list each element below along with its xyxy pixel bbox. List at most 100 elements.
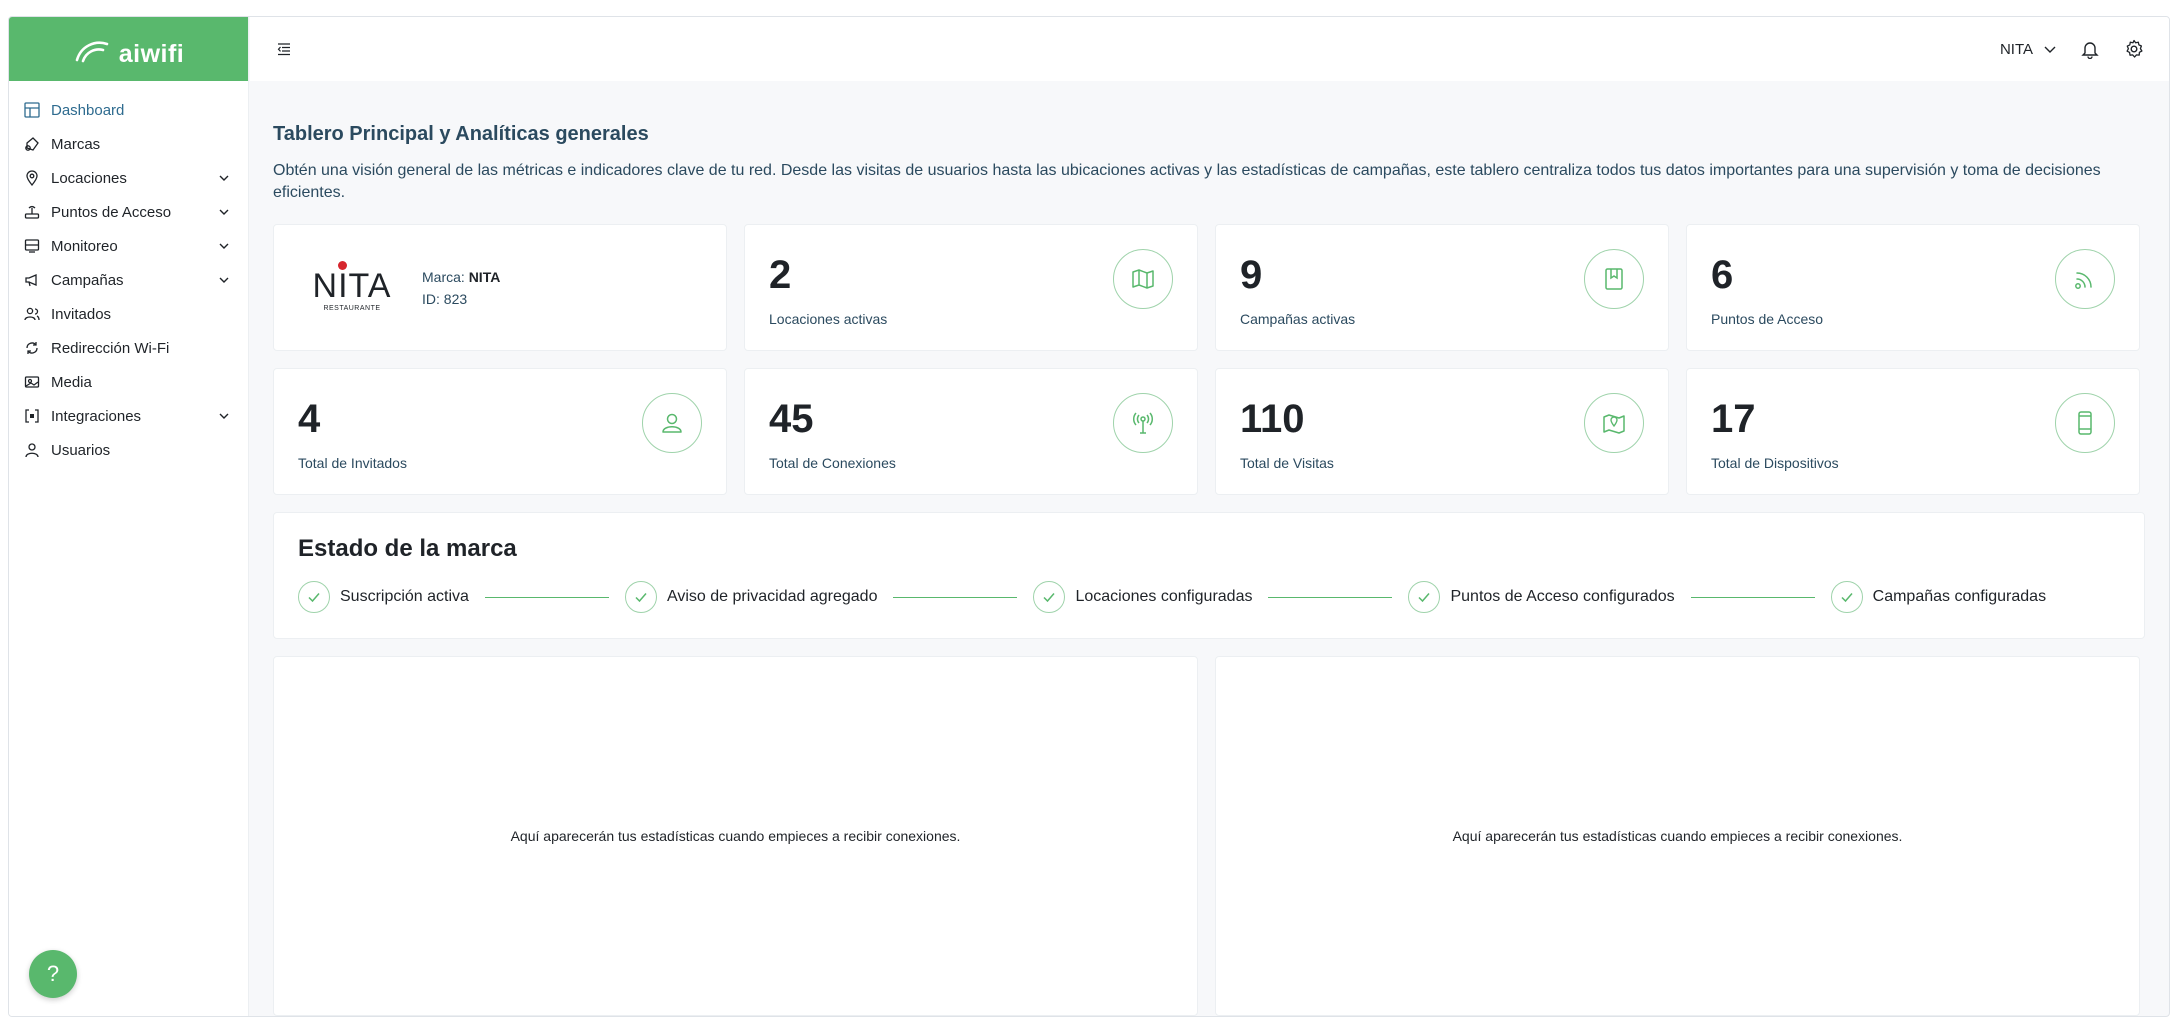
status-step: Puntos de Acceso configurados	[1408, 581, 1675, 613]
chart-panel-right: Aquí aparecerán tus estadísticas cuando …	[1215, 656, 2140, 1016]
router-icon	[23, 203, 41, 221]
check-icon	[624, 581, 657, 613]
status-connector	[1690, 596, 1815, 598]
stat-label: Campañas activas	[1240, 311, 1356, 327]
antenna-icon	[1113, 393, 1173, 453]
sidebar-item-redireccion-wifi[interactable]: Redirección Wi-Fi	[9, 331, 248, 365]
check-icon	[1033, 581, 1066, 613]
redirect-icon	[23, 339, 41, 357]
stat-label: Total de Visitas	[1240, 455, 1334, 471]
sidebar-item-monitoreo[interactable]: Monitoreo	[9, 229, 248, 263]
stat-card-locaciones-activas: 2 Locaciones activas	[744, 224, 1198, 351]
brand-status-card: Estado de la marca Suscripción activa Av…	[273, 512, 2145, 639]
sidebar: aiwifi Dashboard Marcas Locaciones Punto…	[9, 17, 249, 1016]
sidebar-item-puntos-de-acceso[interactable]: Puntos de Acceso	[9, 195, 248, 229]
gear-icon[interactable]	[2123, 38, 2145, 60]
bookmark-book-icon	[1584, 249, 1644, 309]
stat-card-campanas-activas: 9 Campañas activas	[1215, 224, 1669, 351]
chevron-down-icon[interactable]	[218, 240, 230, 252]
page-description: Obtén una visión general de las métricas…	[273, 162, 2101, 201]
status-connector	[1268, 596, 1393, 598]
logo[interactable]: aiwifi	[9, 17, 248, 81]
sidebar-item-locaciones[interactable]: Locaciones	[9, 161, 248, 195]
check-icon	[1830, 581, 1863, 613]
chart-empty-message: Aquí aparecerán tus estadísticas cuando …	[510, 828, 961, 844]
media-icon	[23, 373, 41, 391]
stat-label: Total de Conexiones	[769, 455, 896, 471]
location-pin-icon	[23, 169, 41, 187]
stat-card-puntos-de-acceso: 6 Puntos de Acceso	[1686, 224, 2140, 351]
topbar: NITA	[250, 17, 2169, 81]
sidebar-item-label: Invitados	[51, 305, 112, 323]
sidebar-item-label: Marcas	[51, 135, 101, 153]
sidebar-item-label: Redirección Wi-Fi	[51, 339, 170, 357]
sidebar-item-dashboard[interactable]: Dashboard	[9, 93, 248, 127]
status-step: Locaciones configuradas	[1033, 581, 1252, 613]
integrations-icon	[23, 407, 41, 425]
stat-label: Total de Invitados	[298, 455, 407, 471]
brand-logo-dot	[338, 260, 347, 270]
status-step-label: Suscripción activa	[340, 588, 469, 605]
chevron-down-icon[interactable]	[218, 172, 230, 184]
sidebar-nav: Dashboard Marcas Locaciones Puntos de Ac…	[9, 81, 248, 467]
sidebar-item-label: Locaciones	[51, 169, 127, 187]
sidebar-item-label: Usuarios	[51, 441, 111, 459]
sidebar-item-media[interactable]: Media	[9, 365, 248, 399]
sidebar-item-label: Media	[51, 373, 92, 391]
chevron-down-icon	[2044, 46, 2056, 53]
chart-empty-message: Aquí aparecerán tus estadísticas cuando …	[1452, 828, 1903, 844]
brand-logo-subtitle: RESTAURANTE	[323, 305, 381, 312]
status-step: Campañas configuradas	[1830, 581, 2046, 613]
wifi-logo-icon	[75, 41, 109, 63]
bell-icon[interactable]	[2079, 38, 2101, 60]
monitor-icon	[23, 237, 41, 255]
charts-row: Aquí aparecerán tus estadísticas cuando …	[273, 656, 2145, 1016]
brand-logo: NITA RESTAURANTE	[312, 258, 392, 318]
sidebar-item-invitados[interactable]: Invitados	[9, 297, 248, 331]
map-pin-icon	[1584, 393, 1644, 453]
stat-card-total-invitados: 4 Total de Invitados	[273, 368, 727, 495]
stat-label: Total de Dispositivos	[1711, 455, 1839, 471]
sidebar-item-usuarios[interactable]: Usuarios	[9, 433, 248, 467]
stats-grid: NITA RESTAURANTE Marca: NITA ID: 823 2 L	[273, 224, 2145, 495]
check-icon	[1408, 581, 1441, 613]
dashboard-icon	[23, 101, 41, 119]
status-step-label: Puntos de Acceso configurados	[1450, 588, 1675, 605]
sidebar-item-label: Puntos de Acceso	[51, 203, 172, 221]
megaphone-icon	[23, 271, 41, 289]
brand-selector-label: NITA	[1999, 40, 2033, 58]
stat-card-total-dispositivos: 17 Total de Dispositivos	[1686, 368, 2140, 495]
sidebar-item-label: Monitoreo	[51, 237, 118, 255]
menu-toggle-icon[interactable]	[274, 39, 294, 59]
help-button[interactable]: ?	[29, 950, 77, 998]
logo-text: aiwifi	[118, 39, 185, 68]
brand-name-value: NITA	[468, 268, 501, 285]
users-icon	[23, 305, 41, 323]
sidebar-item-label: Integraciones	[51, 407, 142, 425]
chevron-down-icon[interactable]	[218, 206, 230, 218]
main-content: Tablero Principal y Analíticas generales…	[273, 81, 2145, 1016]
brands-icon	[23, 135, 41, 153]
brand-status-steps: Suscripción activa Aviso de privacidad a…	[298, 581, 2120, 613]
sidebar-item-label: Campañas	[51, 271, 124, 289]
status-step-label: Aviso de privacidad agregado	[666, 588, 878, 605]
sidebar-item-label: Dashboard	[51, 101, 125, 119]
user-icon	[23, 441, 41, 459]
map-icon	[1113, 249, 1173, 309]
brand-name-label: Marca:	[422, 268, 465, 285]
topbar-actions: NITA	[2000, 38, 2145, 60]
chevron-down-icon[interactable]	[218, 274, 230, 286]
stat-card-total-conexiones: 45 Total de Conexiones	[744, 368, 1198, 495]
brand-logo-name: NITA	[312, 267, 392, 305]
brand-info: Marca: NITA ID: 823	[422, 266, 500, 310]
brand-selector[interactable]: NITA	[2000, 41, 2057, 58]
chevron-down-icon[interactable]	[218, 410, 230, 422]
brand-id-value: 823	[443, 290, 468, 307]
sidebar-item-integraciones[interactable]: Integraciones	[9, 399, 248, 433]
stat-label: Puntos de Acceso	[1711, 311, 1824, 327]
sidebar-item-marcas[interactable]: Marcas	[9, 127, 248, 161]
user-icon	[642, 393, 702, 453]
sidebar-item-campanas[interactable]: Campañas	[9, 263, 248, 297]
check-icon	[298, 581, 330, 613]
brand-id-label: ID:	[422, 290, 440, 307]
